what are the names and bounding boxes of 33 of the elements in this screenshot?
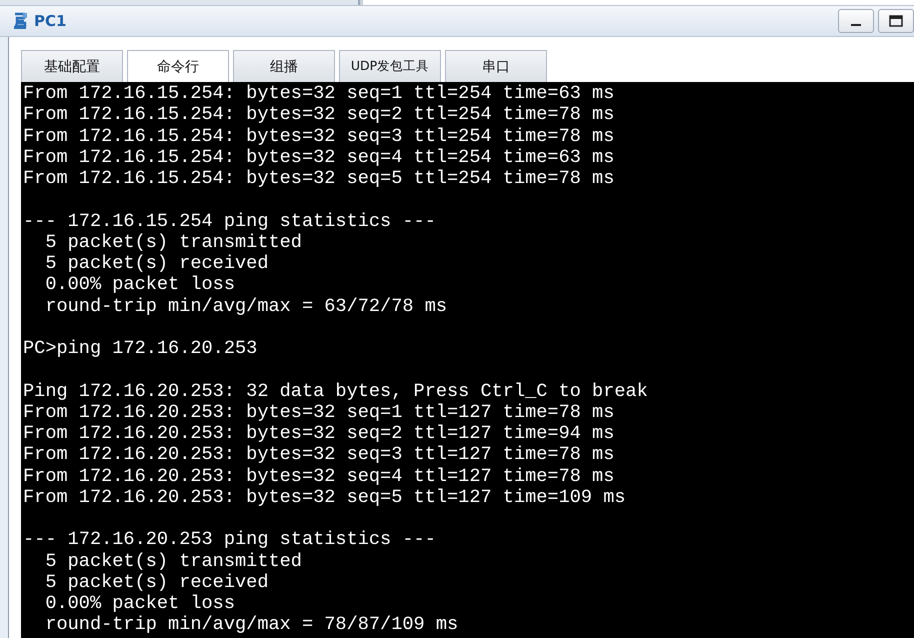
minimize-icon xyxy=(851,24,861,26)
tab[interactable]: UDP发包工具 xyxy=(339,50,441,82)
terminal-line: 5 packet(s) transmitted xyxy=(44,232,302,253)
tab[interactable]: 命令行 xyxy=(127,50,229,82)
terminal-line: --- 172.16.15.254 ping statistics --- xyxy=(23,210,436,232)
terminal-line: PC>ping 172.16.20.253 xyxy=(23,338,258,360)
window-title: PC1 xyxy=(34,12,68,30)
tab[interactable]: 组播 xyxy=(233,50,335,82)
terminal-line: --- 172.16.20.253 ping statistics --- xyxy=(23,529,436,550)
terminal-line: round-trip min/avg/max = 78/87/109 ms xyxy=(44,614,458,636)
tab[interactable]: 串口 xyxy=(445,50,547,82)
terminal-line: 5 packet(s) received xyxy=(44,572,268,593)
terminal-line: 5 packet(s) received xyxy=(44,253,268,274)
terminal-line: From 172.16.20.253: bytes=32 seq=4 ttl=127 time=78 ms xyxy=(23,466,614,487)
terminal-line: From 172.16.15.254: bytes=32 seq=3 ttl=254 time=78 ms xyxy=(23,126,614,147)
terminal-line: From 172.16.15.254: bytes=32 seq=2 ttl=254 time=78 ms xyxy=(23,104,614,126)
computer-logo-icon xyxy=(12,11,30,31)
maximize-button[interactable] xyxy=(878,9,914,33)
terminal-line: From 172.16.15.254: bytes=32 seq=4 ttl=254 time=63 ms xyxy=(23,146,614,168)
terminal-line: Ping 172.16.20.253: 32 data bytes, Press Ctrl_C to break xyxy=(23,380,648,402)
maximize-icon xyxy=(889,15,903,27)
terminal-line: From 172.16.15.254: bytes=32 seq=5 ttl=254 time=78 ms xyxy=(23,168,614,190)
terminal-line: 0.00% packet loss xyxy=(44,274,236,296)
tab[interactable]: 基础配置 xyxy=(21,50,123,82)
terminal-line: 5 packet(s) transmitted xyxy=(44,550,302,572)
terminal-line: From 172.16.15.254: bytes=32 seq=1 ttl=254 time=63 ms xyxy=(23,83,614,104)
terminal-line: 0.00% packet loss xyxy=(44,593,236,614)
terminal-line: From 172.16.20.253: bytes=32 seq=2 ttl=127 time=94 ms xyxy=(23,423,614,444)
terminal-line: From 172.16.20.253: bytes=32 seq=1 ttl=127 time=78 ms xyxy=(23,402,614,423)
minimize-button[interactable] xyxy=(838,9,874,33)
terminal-line: round-trip min/avg/max = 63/72/78 ms xyxy=(44,296,448,317)
terminal-line: From 172.16.20.253: bytes=32 seq=5 ttl=127 time=109 ms xyxy=(23,486,626,508)
terminal-line: From 172.16.20.253: bytes=32 seq=3 ttl=127 time=78 ms xyxy=(23,444,614,466)
